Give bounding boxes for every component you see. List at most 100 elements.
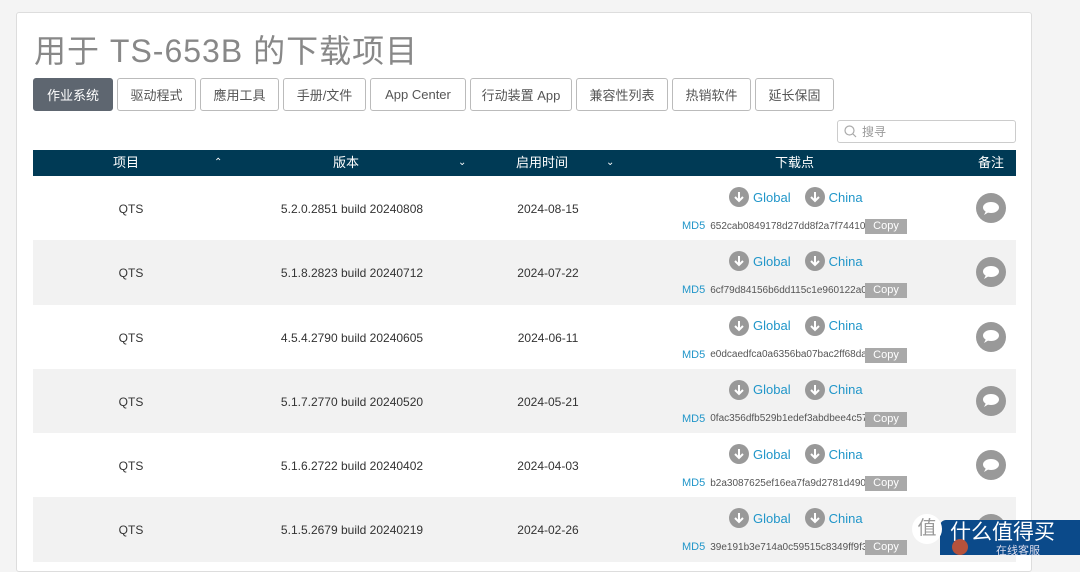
download-global-link[interactable]: Global	[729, 508, 791, 529]
tab-mobile-app[interactable]: 行动装置 App	[470, 78, 572, 111]
md5-label: MD5	[682, 541, 706, 554]
download-global-link[interactable]: Global	[729, 379, 791, 400]
version: 5.1.8.2823 build 20240712	[280, 266, 424, 281]
download-icon	[729, 379, 749, 400]
version: 4.5.4.2790 build 20240605	[280, 330, 424, 345]
download-icon	[729, 444, 749, 465]
md5-hash: 39e191b3e714a0c59515c8349ff9f35a	[710, 541, 879, 553]
search-input[interactable]: 搜寻	[837, 120, 1016, 143]
download-icon	[729, 315, 749, 336]
download-china-link[interactable]: China	[804, 251, 863, 272]
table-row: QTS 5.1.8.2823 build 20240712 2024-07-22…	[33, 240, 1016, 305]
download-icon	[729, 187, 749, 207]
global-label: Global	[753, 318, 791, 334]
chevron-down-icon[interactable]: ⌄	[606, 150, 614, 176]
download-china-link[interactable]: China	[804, 444, 863, 465]
note-comment-icon[interactable]	[976, 385, 1006, 416]
version: 5.1.7.2770 build 20240520	[280, 394, 424, 409]
tab-hot-software[interactable]: 热销软件	[672, 78, 751, 111]
table-row: QTS 5.1.6.2722 build 20240402 2024-04-03…	[33, 433, 1016, 497]
download-global-link[interactable]: Global	[729, 187, 791, 207]
item-name: QTS	[118, 266, 144, 281]
download-icon	[804, 508, 825, 529]
note-comment-icon[interactable]	[976, 257, 1006, 288]
china-label: China	[828, 253, 863, 269]
tab-os[interactable]: 作业系统	[33, 78, 113, 111]
md5-label: MD5	[682, 284, 706, 297]
col-version[interactable]: 版本	[333, 150, 359, 176]
tab-drivers[interactable]: 驱动程式	[117, 78, 196, 111]
md5-hash: b2a3087625ef16ea7fa9d2781d490cfa	[710, 477, 880, 489]
watermark-sub: 在线客服	[996, 545, 1040, 557]
release-date: 2024-08-15	[517, 202, 579, 216]
china-label: China	[828, 446, 863, 462]
download-icon	[804, 379, 825, 400]
download-china-link[interactable]: China	[804, 187, 863, 207]
note-comment-icon[interactable]	[976, 193, 1006, 223]
download-icon	[804, 444, 825, 465]
md5-hash: e0dcaedfca0a6356ba07bac2ff68dad5	[710, 349, 878, 361]
md5-label: MD5	[682, 348, 706, 361]
item-name: QTS	[118, 202, 144, 216]
note-comment-icon[interactable]	[976, 450, 1006, 481]
download-global-link[interactable]: Global	[729, 444, 791, 465]
tab-app-center[interactable]: App Center	[370, 78, 466, 111]
global-label: Global	[753, 510, 791, 526]
avatar	[952, 539, 968, 555]
release-date: 2024-07-22	[517, 266, 579, 281]
download-china-link[interactable]: China	[804, 508, 863, 529]
col-download: 下载点	[775, 155, 815, 170]
download-china-link[interactable]: China	[804, 315, 863, 336]
global-label: Global	[753, 382, 791, 398]
md5-label: MD5	[682, 477, 706, 490]
item-name: QTS	[118, 523, 144, 538]
version: 5.2.0.2851 build 20240808	[280, 202, 424, 216]
china-label: China	[828, 318, 863, 334]
tab-utilities[interactable]: 應用工具	[200, 78, 279, 111]
table-row: QTS 5.2.0.2851 build 20240808 2024-08-15…	[33, 176, 1016, 240]
search-icon	[844, 125, 857, 138]
download-global-link[interactable]: Global	[729, 315, 791, 336]
category-tabs: 作业系统 驱动程式 應用工具 手册/文件 App Center 行动装置 App…	[33, 78, 834, 111]
table-row: QTS 4.5.4.2790 build 20240605 2024-06-11…	[33, 305, 1016, 369]
download-icon	[729, 508, 749, 529]
item-name: QTS	[118, 330, 144, 345]
md5-label: MD5	[682, 220, 706, 232]
download-icon	[804, 187, 825, 207]
download-global-link[interactable]: Global	[729, 251, 791, 272]
col-item[interactable]: 项目	[113, 150, 139, 176]
watermark: 值 什么值得买 在线客服	[912, 512, 1080, 557]
release-date: 2024-02-26	[517, 523, 579, 538]
release-date: 2024-06-11	[517, 330, 579, 345]
download-icon	[804, 315, 825, 336]
copy-button[interactable]: Copy	[865, 347, 907, 363]
download-icon	[804, 251, 825, 272]
copy-button[interactable]: Copy	[865, 283, 907, 299]
download-china-link[interactable]: China	[804, 379, 863, 400]
tab-manuals[interactable]: 手册/文件	[283, 78, 366, 111]
copy-button[interactable]: Copy	[865, 476, 907, 492]
tab-warranty[interactable]: 延长保固	[755, 78, 834, 111]
copy-button[interactable]: Copy	[865, 411, 907, 427]
downloads-table: QTS 5.2.0.2851 build 20240808 2024-08-15…	[33, 176, 1016, 562]
global-label: Global	[753, 446, 791, 462]
version: 5.1.5.2679 build 20240219	[280, 523, 424, 538]
copy-button[interactable]: Copy	[865, 219, 907, 234]
sort-asc-icon[interactable]: ⌃	[214, 150, 222, 176]
china-label: China	[828, 382, 863, 398]
col-date[interactable]: 启用时间	[516, 150, 568, 176]
copy-button[interactable]: Copy	[865, 540, 907, 556]
global-label: Global	[753, 253, 791, 269]
global-label: Global	[753, 189, 791, 205]
md5-label: MD5	[682, 412, 706, 425]
table-row: QTS 5.1.7.2770 build 20240520 2024-05-21…	[33, 368, 1016, 434]
item-name: QTS	[118, 459, 144, 474]
china-label: China	[828, 510, 863, 526]
china-label: China	[828, 189, 863, 205]
chevron-down-icon[interactable]: ⌄	[458, 150, 466, 176]
md5-hash: 6cf79d84156b6dd115c1e960122a07a4	[710, 284, 884, 296]
note-comment-icon[interactable]	[976, 321, 1006, 352]
tab-compatibility[interactable]: 兼容性列表	[576, 78, 668, 111]
search-placeholder: 搜寻	[862, 125, 887, 139]
release-date: 2024-05-21	[517, 394, 579, 409]
